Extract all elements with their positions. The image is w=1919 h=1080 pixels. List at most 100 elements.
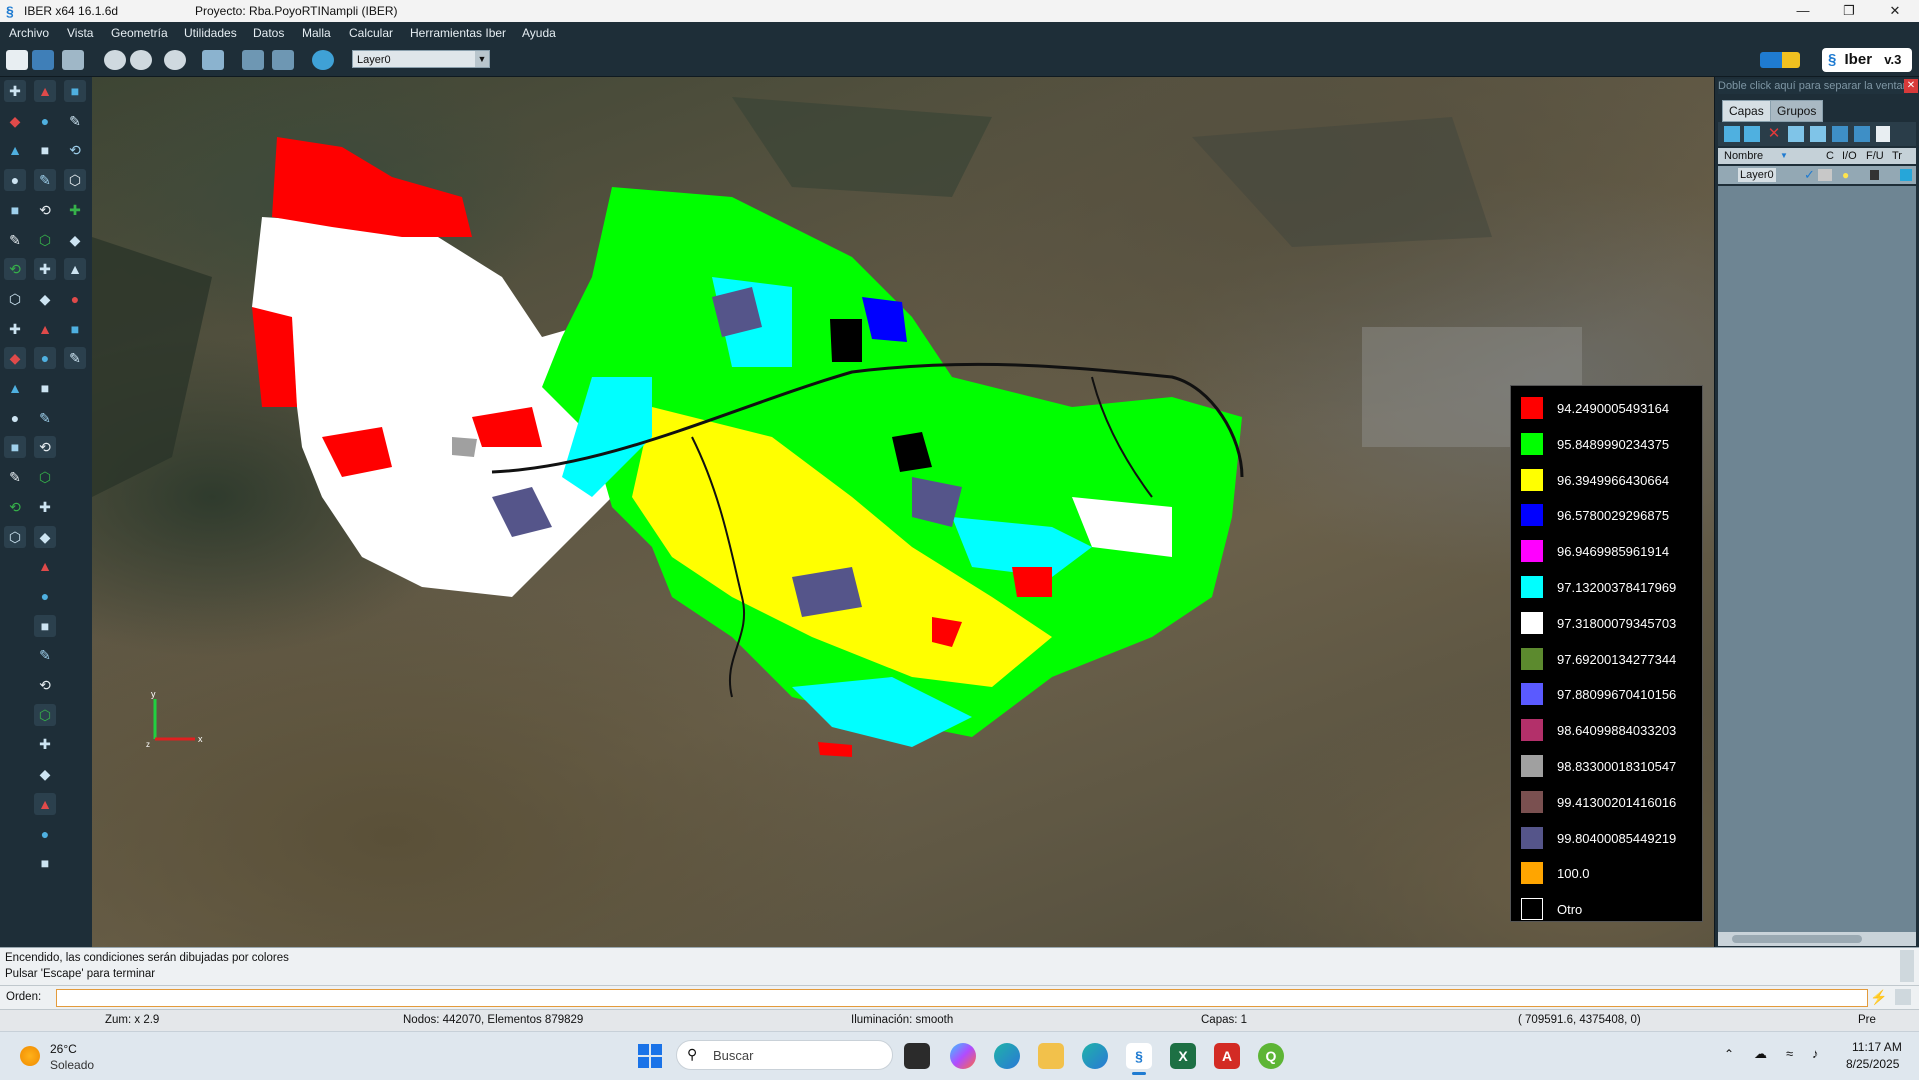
- grid-icon[interactable]: [1895, 989, 1911, 1005]
- view-eye-icon[interactable]: [104, 50, 126, 70]
- tab-capas[interactable]: Capas: [1722, 100, 1771, 122]
- menu-calcular[interactable]: Calcular: [349, 26, 393, 40]
- tool-button-icon[interactable]: ✎: [4, 466, 26, 488]
- layer-color-swatch[interactable]: [1818, 169, 1832, 181]
- layer-select[interactable]: Layer0 ▼: [352, 50, 490, 68]
- tool-button-icon[interactable]: ▲: [34, 555, 56, 577]
- menu-malla[interactable]: Malla: [302, 26, 331, 40]
- tool-button-icon[interactable]: ✎: [34, 407, 56, 429]
- panel-undock-hint[interactable]: Doble click aquí para separar la ventana: [1718, 79, 1908, 94]
- menu-vista[interactable]: Vista: [67, 26, 93, 40]
- view-eye-2-icon[interactable]: [130, 50, 152, 70]
- col-c[interactable]: C: [1826, 148, 1834, 164]
- tool-button-icon[interactable]: ■: [34, 139, 56, 161]
- tool-button-icon[interactable]: ⟲: [34, 674, 56, 696]
- menu-geometria[interactable]: Geometría: [111, 26, 168, 40]
- tool-button-icon[interactable]: ⟲: [4, 496, 26, 518]
- weather-temp[interactable]: 26°C: [50, 1042, 77, 1056]
- tool-button-icon[interactable]: ◆: [4, 110, 26, 132]
- console-scrollbar[interactable]: [1900, 950, 1914, 982]
- clock-date[interactable]: 8/25/2025: [1846, 1057, 1899, 1071]
- menu-datos[interactable]: Datos: [253, 26, 284, 40]
- tool-button-icon[interactable]: ▲: [4, 139, 26, 161]
- col-nombre[interactable]: Nombre: [1724, 148, 1763, 164]
- chevron-up-icon[interactable]: ⌃: [1724, 1047, 1734, 1061]
- restore-button[interactable]: ❐: [1826, 0, 1872, 22]
- tool-button-icon[interactable]: ●: [34, 823, 56, 845]
- delete-icon[interactable]: ✕: [1766, 126, 1782, 142]
- tool-button-icon[interactable]: ■: [64, 80, 86, 102]
- tool-button-icon[interactable]: ▲: [34, 80, 56, 102]
- tool-button-icon[interactable]: ⟲: [34, 199, 56, 221]
- edge-icon[interactable]: [994, 1043, 1020, 1069]
- minimize-button[interactable]: —: [1780, 0, 1826, 22]
- menu-utilidades[interactable]: Utilidades: [184, 26, 237, 40]
- iber-taskbar-icon[interactable]: §: [1126, 1043, 1152, 1069]
- refresh-icon[interactable]: [1832, 126, 1848, 142]
- tool-button-icon[interactable]: ◆: [34, 525, 56, 548]
- tool-button-icon[interactable]: ■: [34, 852, 56, 874]
- taskbar-search[interactable]: ⚲ Buscar: [676, 1040, 893, 1070]
- copilot-icon[interactable]: [950, 1043, 976, 1069]
- tool-button-icon[interactable]: ■: [64, 318, 86, 340]
- acrobat-icon[interactable]: A: [1214, 1043, 1240, 1069]
- col-io[interactable]: I/O: [1842, 148, 1857, 164]
- col-fu[interactable]: F/U: [1866, 148, 1884, 164]
- lock-icon[interactable]: [1870, 170, 1879, 180]
- open-folder-icon[interactable]: [32, 50, 54, 70]
- tool-button-icon[interactable]: ●: [34, 585, 56, 607]
- bulb-icon[interactable]: ●: [1842, 166, 1849, 184]
- tool-button-icon[interactable]: ✎: [4, 229, 26, 251]
- menu-archivo[interactable]: Archivo: [9, 26, 49, 40]
- tool-button-icon[interactable]: ●: [4, 169, 26, 192]
- speaker-icon[interactable]: ♪: [1812, 1046, 1819, 1061]
- tool-button-icon[interactable]: ✎: [34, 644, 56, 666]
- sun-icon[interactable]: [20, 1046, 40, 1066]
- tool-button-icon[interactable]: ✚: [4, 318, 26, 340]
- tab-grupos[interactable]: Grupos: [1770, 100, 1824, 122]
- camera-icon[interactable]: [202, 50, 224, 70]
- tool-button-icon[interactable]: ⟲: [64, 139, 86, 161]
- edge-2-icon[interactable]: [1082, 1043, 1108, 1069]
- render-icon[interactable]: [242, 50, 264, 70]
- close-window-button[interactable]: ✕: [1872, 0, 1918, 22]
- menu-herramientas-iber[interactable]: Herramientas Iber: [410, 26, 506, 40]
- tool-button-icon[interactable]: ✎: [64, 347, 86, 370]
- cloud-icon[interactable]: ☁: [1754, 1046, 1767, 1062]
- col-tr[interactable]: Tr: [1892, 148, 1902, 164]
- tool-button-icon[interactable]: ●: [4, 407, 26, 429]
- view-eye-3-icon[interactable]: [164, 50, 186, 70]
- scrollbar-thumb[interactable]: [1732, 935, 1862, 943]
- excel-icon[interactable]: X: [1170, 1043, 1196, 1069]
- clock-time[interactable]: 11:17 AM: [1852, 1040, 1902, 1054]
- tool-button-icon[interactable]: ■: [4, 199, 26, 221]
- tool-button-icon[interactable]: ⬡: [4, 288, 26, 310]
- tool-button-icon[interactable]: ✎: [64, 110, 86, 132]
- lightning-icon[interactable]: ⚡: [1870, 989, 1887, 1006]
- tool-button-icon[interactable]: ●: [34, 347, 56, 370]
- new-folder-icon[interactable]: [1744, 126, 1760, 142]
- tool-button-icon[interactable]: ●: [34, 110, 56, 132]
- document-icon[interactable]: [1876, 126, 1890, 142]
- tool-button-icon[interactable]: ✚: [34, 733, 56, 755]
- qgis-icon[interactable]: Q: [1258, 1043, 1284, 1069]
- tool-button-icon[interactable]: ■: [34, 377, 56, 399]
- tool-button-icon[interactable]: ◆: [34, 288, 56, 310]
- windows-start-icon[interactable]: [638, 1044, 662, 1068]
- tool-button-icon[interactable]: ✚: [64, 199, 86, 221]
- tool-button-icon[interactable]: ◆: [4, 347, 26, 370]
- tool-button-icon[interactable]: ⬡: [4, 525, 26, 548]
- tool-button-icon[interactable]: ⬡: [34, 466, 56, 488]
- tool-button-icon[interactable]: ⬡: [64, 169, 86, 192]
- menu-ayuda[interactable]: Ayuda: [522, 26, 556, 40]
- tool-button-icon[interactable]: ◆: [64, 229, 86, 251]
- tool-button-icon[interactable]: ✎: [34, 169, 56, 192]
- new-file-icon[interactable]: [6, 50, 28, 70]
- layer-to-use-icon[interactable]: [1788, 126, 1804, 142]
- gear-icon[interactable]: [312, 50, 334, 70]
- map-canvas[interactable]: y x z: [92, 77, 1714, 947]
- weather-condition[interactable]: Soleado: [50, 1058, 94, 1072]
- tool-button-icon[interactable]: ✚: [34, 258, 56, 281]
- tool-button-icon[interactable]: ✚: [4, 80, 26, 102]
- transparency-icon[interactable]: [1900, 169, 1912, 181]
